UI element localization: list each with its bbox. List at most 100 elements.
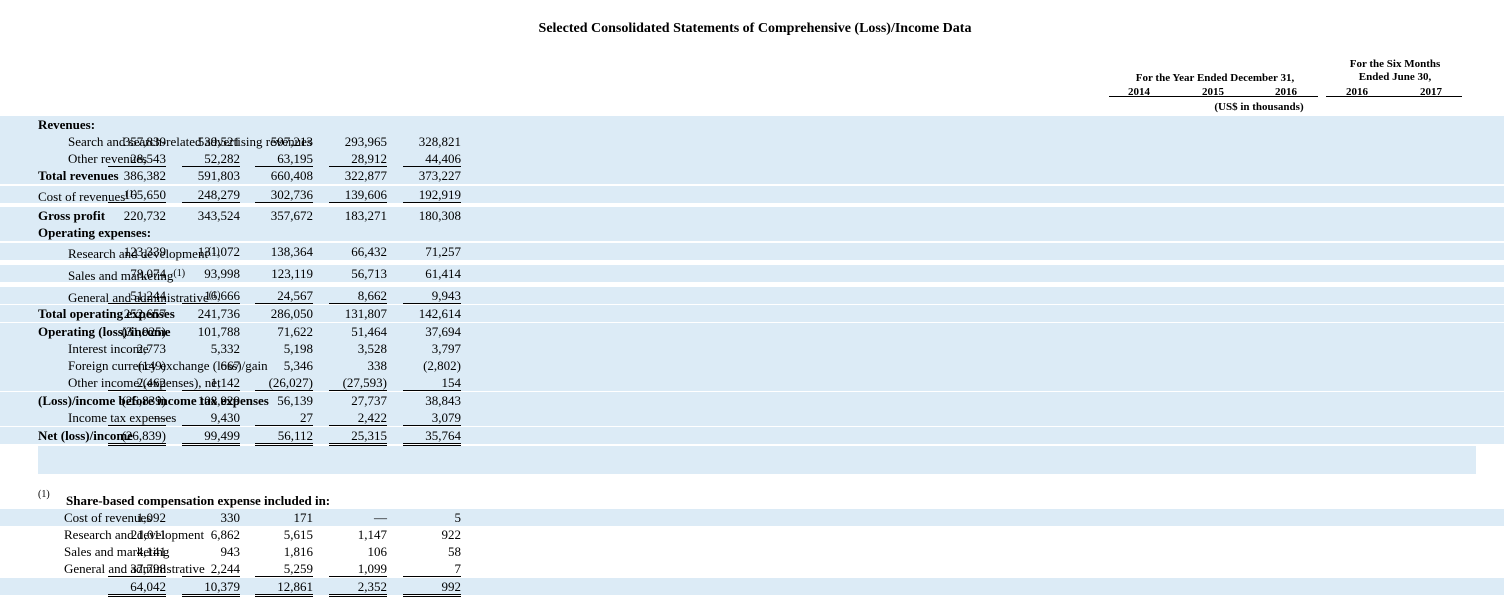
- cell-value: 2,773: [136, 341, 166, 356]
- table-cell: 71,257: [425, 243, 461, 260]
- cell-value: 3,528: [357, 341, 387, 356]
- cell-value: 58: [448, 544, 461, 559]
- cell-value: (2,802): [423, 358, 461, 373]
- cell-value: 2,244: [182, 561, 240, 577]
- cell-value: 139,606: [329, 187, 387, 203]
- cell-value: 12,861: [255, 579, 313, 597]
- table-cell: 27: [255, 409, 313, 426]
- table-cell: —: [374, 509, 387, 526]
- table-cell: 12,861: [255, 578, 313, 597]
- table-cell: (27,593): [329, 374, 387, 391]
- table-cell: 322,877: [345, 167, 387, 184]
- table-cell: 5,198: [284, 340, 313, 357]
- table-cell: 5,259: [255, 560, 313, 577]
- six-months-label-1: For the Six Months: [1349, 58, 1441, 70]
- spacer-row-2: [38, 457, 1476, 474]
- cell-value: 51,464: [351, 324, 387, 339]
- cell-value: 108,929: [197, 393, 240, 408]
- row-label-text: Gross profit: [38, 208, 106, 223]
- table-cell: 373,227: [419, 167, 461, 184]
- cell-value: 52,282: [182, 151, 240, 167]
- cell-value: 99,499: [182, 428, 240, 446]
- cell-value: 386,382: [123, 168, 166, 183]
- cell-value: 1,092: [136, 510, 166, 525]
- footnote-ref: (1): [173, 268, 186, 279]
- cell-value: 293,965: [344, 134, 387, 149]
- table-cell: 286,050: [271, 305, 313, 322]
- table-cell: 293,965: [345, 133, 387, 150]
- table-cell: 667: [221, 357, 241, 374]
- table-cell: 37,694: [425, 323, 461, 340]
- cell-value: 93,998: [204, 266, 240, 281]
- cell-value: 667: [220, 358, 241, 373]
- table-row: Total operating expenses 252,657 241,736 28…: [0, 305, 1504, 322]
- table-row: Other income/(expenses), net 2,462 1,142 (2…: [0, 374, 1504, 391]
- table-cell: 66,432: [351, 243, 387, 260]
- table-cell: 386,382: [124, 167, 166, 184]
- table-cell: 101,788: [198, 323, 240, 340]
- table-cell: 8,662: [329, 287, 387, 304]
- col-header-six-2016: 2016: [1346, 86, 1368, 98]
- table-cell: 63,195: [255, 150, 313, 167]
- cell-value: 248,279: [182, 187, 240, 203]
- cell-value: 180,308: [418, 208, 461, 223]
- cell-value: 2,462: [108, 375, 166, 391]
- table-cell: 4,141: [137, 543, 166, 560]
- table-cell: 302,736: [255, 186, 313, 203]
- table-row: Foreign currency exchange (loss)/gain (14…: [0, 357, 1504, 374]
- cell-value: 56,112: [255, 428, 313, 446]
- row-label: Gross profit: [38, 207, 105, 224]
- cell-value: 992: [403, 579, 461, 597]
- table-cell: 28,912: [329, 150, 387, 167]
- cell-value: 5: [454, 510, 462, 525]
- cell-value: 286,050: [270, 306, 313, 321]
- cell-value: 37,798: [108, 561, 166, 577]
- table-cell: 106: [368, 543, 388, 560]
- footnote-heading: Share-based compensation expense include…: [66, 493, 331, 508]
- table-cell: 93,998: [204, 265, 240, 282]
- cell-value: 4,141: [136, 544, 166, 559]
- table-cell: 1,147: [358, 526, 387, 543]
- year-group-label: For the Year Ended December 31,: [1135, 72, 1295, 84]
- cell-value: 123,119: [271, 266, 313, 281]
- table-cell: 6,862: [211, 526, 240, 543]
- cell-value: (149): [137, 358, 166, 373]
- table-cell: 3,528: [358, 340, 387, 357]
- row-label-text: Revenues:: [38, 117, 96, 132]
- table-cell: 241,736: [198, 305, 240, 322]
- cell-value: 591,803: [197, 168, 240, 183]
- table-cell: (149): [138, 357, 166, 374]
- row-label-text: Total revenues: [38, 168, 119, 183]
- cell-value: 27,737: [351, 393, 387, 408]
- cell-value: 154: [403, 375, 461, 391]
- table-row: Cost of revenues(1) 165,650 248,279 302,736…: [0, 186, 1504, 204]
- row-label: Sales and marketing(1): [68, 265, 185, 284]
- cell-value: 252,657: [123, 306, 166, 321]
- table-cell: 343,524: [198, 207, 240, 224]
- cell-value: 5,259: [255, 561, 313, 577]
- cell-value: 5,332: [210, 341, 240, 356]
- cell-value: (26,839): [108, 428, 166, 446]
- table-cell: 357,839: [124, 133, 166, 150]
- table-cell: 1,142: [182, 374, 240, 391]
- table-cell: (26,027): [255, 374, 313, 391]
- cell-value: 330: [220, 510, 241, 525]
- cell-value: —: [108, 410, 166, 426]
- cell-value: 943: [220, 544, 241, 559]
- table-cell: 9,943: [403, 287, 461, 304]
- cell-value: 220,732: [123, 208, 166, 223]
- table-cell: 52,282: [182, 150, 240, 167]
- table-row: Research and development 21,011 6,862 5,615…: [0, 526, 1504, 543]
- table-cell: 171: [294, 509, 314, 526]
- cell-value: 302,736: [255, 187, 313, 203]
- table-cell: 922: [442, 526, 462, 543]
- table-cell: 330: [221, 509, 241, 526]
- cell-value: 106: [367, 544, 388, 559]
- year-group-header: For the Year Ended December 31,: [1112, 72, 1318, 85]
- table-cell: 220,732: [124, 207, 166, 224]
- table-row: Net (loss)/income (26,839) 99,499 56,112 25,…: [0, 427, 1504, 446]
- cell-value: 328,821: [418, 134, 461, 149]
- cell-value: (26,839): [121, 393, 166, 408]
- cell-value: 1,816: [283, 544, 313, 559]
- cell-value: 357,839: [123, 134, 166, 149]
